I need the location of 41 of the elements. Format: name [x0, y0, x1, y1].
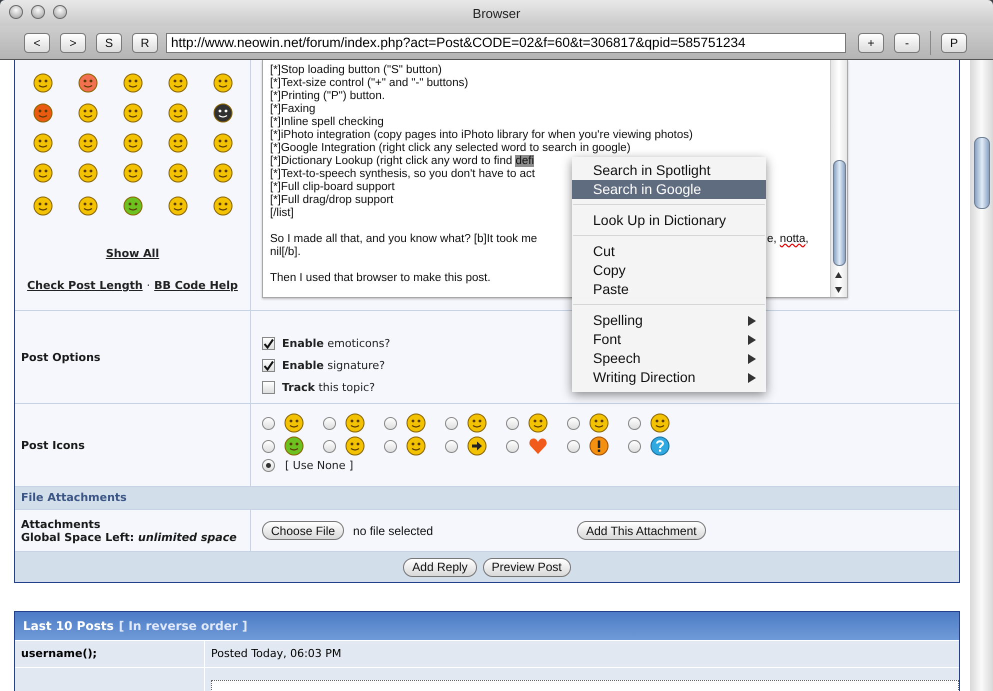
option-label: [ Use None ] — [285, 459, 354, 472]
choose-file-button[interactable]: Choose File — [262, 521, 344, 540]
toolbar-button[interactable]: R — [132, 32, 158, 52]
row-label: Attachments — [21, 518, 102, 530]
menu-item[interactable]: Copy — [572, 261, 766, 280]
text-size-button[interactable]: - — [894, 32, 920, 52]
check-post-length-link[interactable]: Check Post Length — [27, 279, 143, 292]
option-label: Enable emoticons? — [282, 336, 390, 350]
bb-code-help-link[interactable]: BB Code Help — [154, 279, 238, 292]
option-label: Enable signature? — [282, 358, 386, 372]
toolbar-button[interactable]: S — [96, 32, 122, 52]
row-label: Post Options — [21, 350, 100, 364]
form-button[interactable]: Add Reply — [403, 558, 477, 576]
address-field[interactable]: http://www.neowin.net/forum/index.php?act=Post&CODE=02&f=60&t=306817&qpid=585751234 — [166, 32, 846, 52]
print-button[interactable]: P — [941, 32, 967, 52]
menu-item[interactable]: Paste — [572, 280, 766, 299]
menu-item[interactable]: Spelling — [572, 311, 766, 330]
date-cell: Posted Today, 06:03 PM — [205, 641, 959, 667]
space-label: Global Space Left: unlimited space — [21, 530, 238, 544]
menu-item[interactable]: Search in Google — [572, 180, 766, 199]
section-heading: File Attachments — [15, 487, 959, 510]
menu-item[interactable]: Font — [572, 330, 766, 349]
text-size-button[interactable]: + — [858, 32, 884, 52]
menu-item[interactable]: Search in Spotlight — [572, 161, 766, 180]
file-status: no file selected — [353, 524, 434, 538]
window-title: Browser — [472, 6, 520, 20]
toolbar-button[interactable]: < — [24, 32, 50, 52]
menu-item[interactable]: Speech — [572, 349, 766, 368]
row-label: Post Icons — [21, 438, 85, 452]
panel-title: Last 10 Posts — [23, 619, 114, 633]
panel-subtitle: [ In reverse order ] — [118, 619, 248, 633]
toolbar-button[interactable]: > — [60, 32, 86, 52]
add-attachment-button[interactable]: Add This Attachment — [577, 521, 706, 540]
link-separator: · — [146, 279, 150, 292]
show-all-link[interactable]: Show All — [106, 247, 160, 260]
menu-item[interactable]: Writing Direction — [572, 368, 766, 387]
menu-item[interactable]: Cut — [572, 242, 766, 261]
author-cell: username(); — [15, 641, 205, 667]
form-button[interactable]: Preview Post — [482, 558, 571, 576]
option-label: Track this topic? — [282, 380, 376, 394]
menu-item[interactable]: Look Up in Dictionary — [572, 211, 766, 230]
